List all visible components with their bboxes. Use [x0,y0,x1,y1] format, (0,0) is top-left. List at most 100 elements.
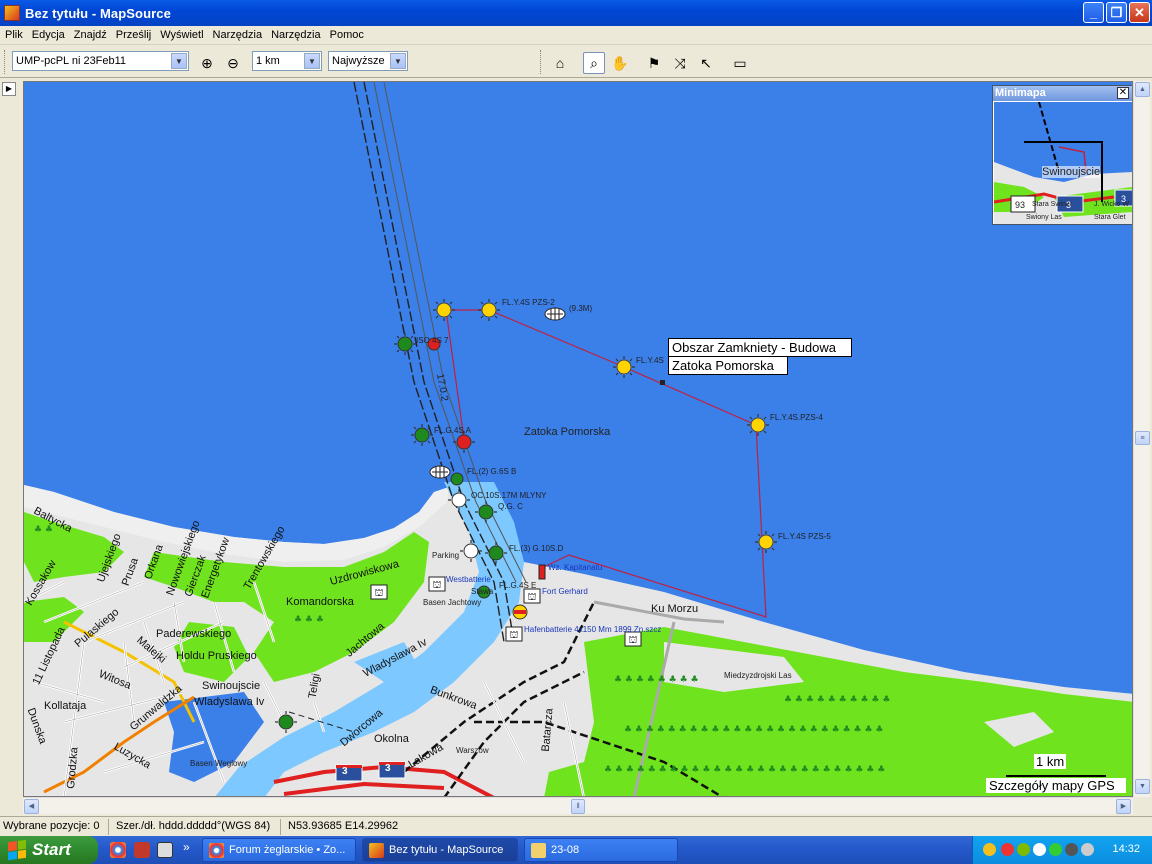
svg-text:♣ ♣ ♣ ♣ ♣ ♣ ♣ ♣ ♣ ♣ ♣ ♣ ♣ ♣ ♣: ♣ ♣ ♣ ♣ ♣ ♣ ♣ ♣ ♣ ♣ ♣ ♣ ♣ ♣ ♣ ♣ ♣ ♣ ♣ ♣ … [624,725,883,735]
tray-sync-icon[interactable] [1049,843,1062,856]
toolbar-grip[interactable] [540,50,543,74]
tooltip-line-2: Zatoka Pomorska [668,356,788,375]
toolbar-grip[interactable] [4,50,7,74]
svg-text:⛫: ⛫ [432,580,441,591]
warszow-label: Warszow [456,746,489,755]
svg-text:♣ ♣ ♣ ♣ ♣ ♣ ♣ ♣: ♣ ♣ ♣ ♣ ♣ ♣ ♣ ♣ [614,675,699,685]
start-label: Start [32,840,71,859]
map-tooltip: Obszar Zamkniety - Budowa Zatoka Pomorsk… [668,338,852,375]
map-view[interactable]: ⛫ ⛫ ⛫ ⛫ ⛫ ♣ ♣ ♣ ♣ ♣ ♣ ♣ ♣ ♣ ♣ ♣ ♣ ♣ ♣ ♣ … [23,81,1133,797]
maximize-button[interactable]: ❐ [1106,2,1127,23]
detail-level-select[interactable]: Najwyższe ▼ [328,51,408,71]
close-button[interactable]: ✕ [1129,2,1150,23]
zoom-tool-icon[interactable]: ⌕ [583,52,605,74]
dropdown-arrow-icon[interactable]: ▼ [390,53,406,69]
nav-label-pzs2: FL.Y.4S PZS-2 [502,298,555,307]
scroll-right-icon[interactable]: ▶ [1116,799,1131,814]
menu-przeslij[interactable]: Prześlij [113,29,154,41]
nav-label-e: FL.G.4S E [499,581,537,590]
status-divider [280,819,281,835]
scroll-up-icon[interactable]: ▲ [1135,82,1150,97]
menu-edycja[interactable]: Edycja [29,29,68,41]
app-quicklaunch-icon[interactable] [134,842,150,858]
system-tray: 14:32 [972,836,1152,864]
tray-info-icon[interactable] [1065,843,1078,856]
map-product-select[interactable]: UMP-pcPL ni 23Feb11 ▼ [12,51,189,71]
basen-jachtowy-label: Basen Jachtowy [423,598,482,607]
nav-label-range: (9.3M) [569,304,593,313]
vertical-scroll-thumb[interactable]: ≡ [1135,431,1150,445]
route-tool-icon[interactable]: ⤨ [669,52,691,74]
distance-ruler-icon[interactable]: ▭ [729,52,751,74]
miedzyzdroje-label: Miedzyzdrojski Las [724,671,792,680]
street-kollataja: Kollataja [44,700,87,712]
task-folder-23-08[interactable]: 23-08 [524,838,678,862]
menu-wyswietl[interactable]: Wyświetl [157,29,206,41]
scale-label: 1 km [1034,754,1067,769]
task-label: Forum żeglarskie • Zo... [229,844,346,856]
menu-plik[interactable]: Plik [2,29,26,41]
minimap-body[interactable]: Swinoujscie Stara Swinar J. Wicko W Swio… [994,102,1132,224]
street-wladyslawa-iv-2: Wladyslawa Iv [194,696,265,708]
task-forum-zeglarskie[interactable]: Forum żeglarskie • Zo... [202,838,356,862]
scroll-left-icon[interactable]: ◀ [24,799,39,814]
minimap-close-icon[interactable]: ✕ [1117,87,1129,99]
nav-light-green [450,472,464,486]
menu-narzedzia-1[interactable]: Narzędzia [210,29,266,41]
wreck-icon [429,465,451,479]
svg-text:⛫: ⛫ [527,592,536,603]
quicklaunch-more-icon[interactable]: » [183,840,190,854]
scroll-down-icon[interactable]: ▼ [1135,779,1150,794]
street-komandorska: Komandorska [286,596,354,608]
map-canvas[interactable]: ⛫ ⛫ ⛫ ⛫ ⛫ ♣ ♣ ♣ ♣ ♣ ♣ ♣ ♣ ♣ ♣ ♣ ♣ ♣ ♣ ♣ … [24,82,1133,797]
vertical-scrollbar[interactable]: ▲ ≡ ▼ [1133,81,1150,797]
zoom-out-icon[interactable]: ⊖ [222,52,244,74]
expand-panel-icon[interactable]: ▶ [2,82,16,96]
minimap-panel[interactable]: Minimapa ✕ Swinoujscie Stara Swinar J. W… [992,85,1132,225]
minimize-button[interactable]: _ [1083,2,1104,23]
dropdown-arrow-icon[interactable]: ▼ [304,53,320,69]
mapsource-icon [369,843,384,858]
tray-app-icon[interactable] [1001,843,1014,856]
mapsource-app-icon[interactable] [4,5,20,21]
street-holdu-pruskiego: Holdu Pruskiego [176,650,257,662]
windows-logo-icon [8,839,26,861]
horizontal-scroll-thumb[interactable]: ⦀ [571,799,585,814]
menu-narzedzia-2[interactable]: Narzędzia [268,29,324,41]
minimap-fairway [1038,102,1060,173]
task-mapsource[interactable]: Bez tytułu - MapSource [362,838,518,862]
status-coord-format: Szer./dł. hddd.ddddd°(WGS 84) [116,820,271,832]
calculator-quicklaunch-icon[interactable] [157,842,173,858]
tray-volume-icon[interactable] [1081,843,1094,856]
waypoint-flag-icon[interactable]: ⚑ [643,52,665,74]
nav-light-yellow [755,531,777,553]
scale-bar [1006,775,1106,777]
fort-icon: ⛫ [624,631,642,647]
minimap-label-d: Stara Glet [1094,214,1126,221]
map-tool-icon[interactable]: ⌂ [549,52,571,74]
taskbar: Start » Forum żeglarskie • Zo... Bez tyt… [0,836,1152,864]
zoom-in-icon[interactable]: ⊕ [196,52,218,74]
nav-light-multicolor [512,604,528,620]
menu-znajdz[interactable]: Znajdź [71,29,110,41]
tray-network-icon[interactable] [1017,843,1030,856]
hand-tool-icon[interactable]: ✋ [609,52,631,74]
wreck-icon [544,307,566,321]
tray-monitor-icon[interactable] [1033,843,1046,856]
dropdown-arrow-icon[interactable]: ▼ [171,53,187,69]
nav-label-pzs5: FL.Y.4S PZS-5 [778,532,831,541]
tray-shield-icon[interactable] [983,843,996,856]
tray-clock: 14:32 [1112,843,1140,855]
select-arrow-icon[interactable]: ↖ [695,52,717,74]
horizontal-scrollbar[interactable]: ◀ ⦀ ▶ [23,797,1133,814]
svg-text:♣ ♣ ♣ ♣ ♣ ♣ ♣ ♣ ♣ ♣: ♣ ♣ ♣ ♣ ♣ ♣ ♣ ♣ ♣ ♣ [784,695,890,705]
chrome-quicklaunch-icon[interactable] [110,842,126,858]
folder-icon [531,843,546,858]
nav-label-c: Q.G. C [498,502,523,511]
road-shield-3 [335,764,363,782]
menu-pomoc[interactable]: Pomoc [327,29,367,41]
zoom-scale-select[interactable]: 1 km ▼ [252,51,322,71]
map-scale: 1 km Szczegóły mapy GPS [986,754,1131,794]
start-button[interactable]: Start [0,836,98,864]
nav-light-yellow [613,356,635,378]
